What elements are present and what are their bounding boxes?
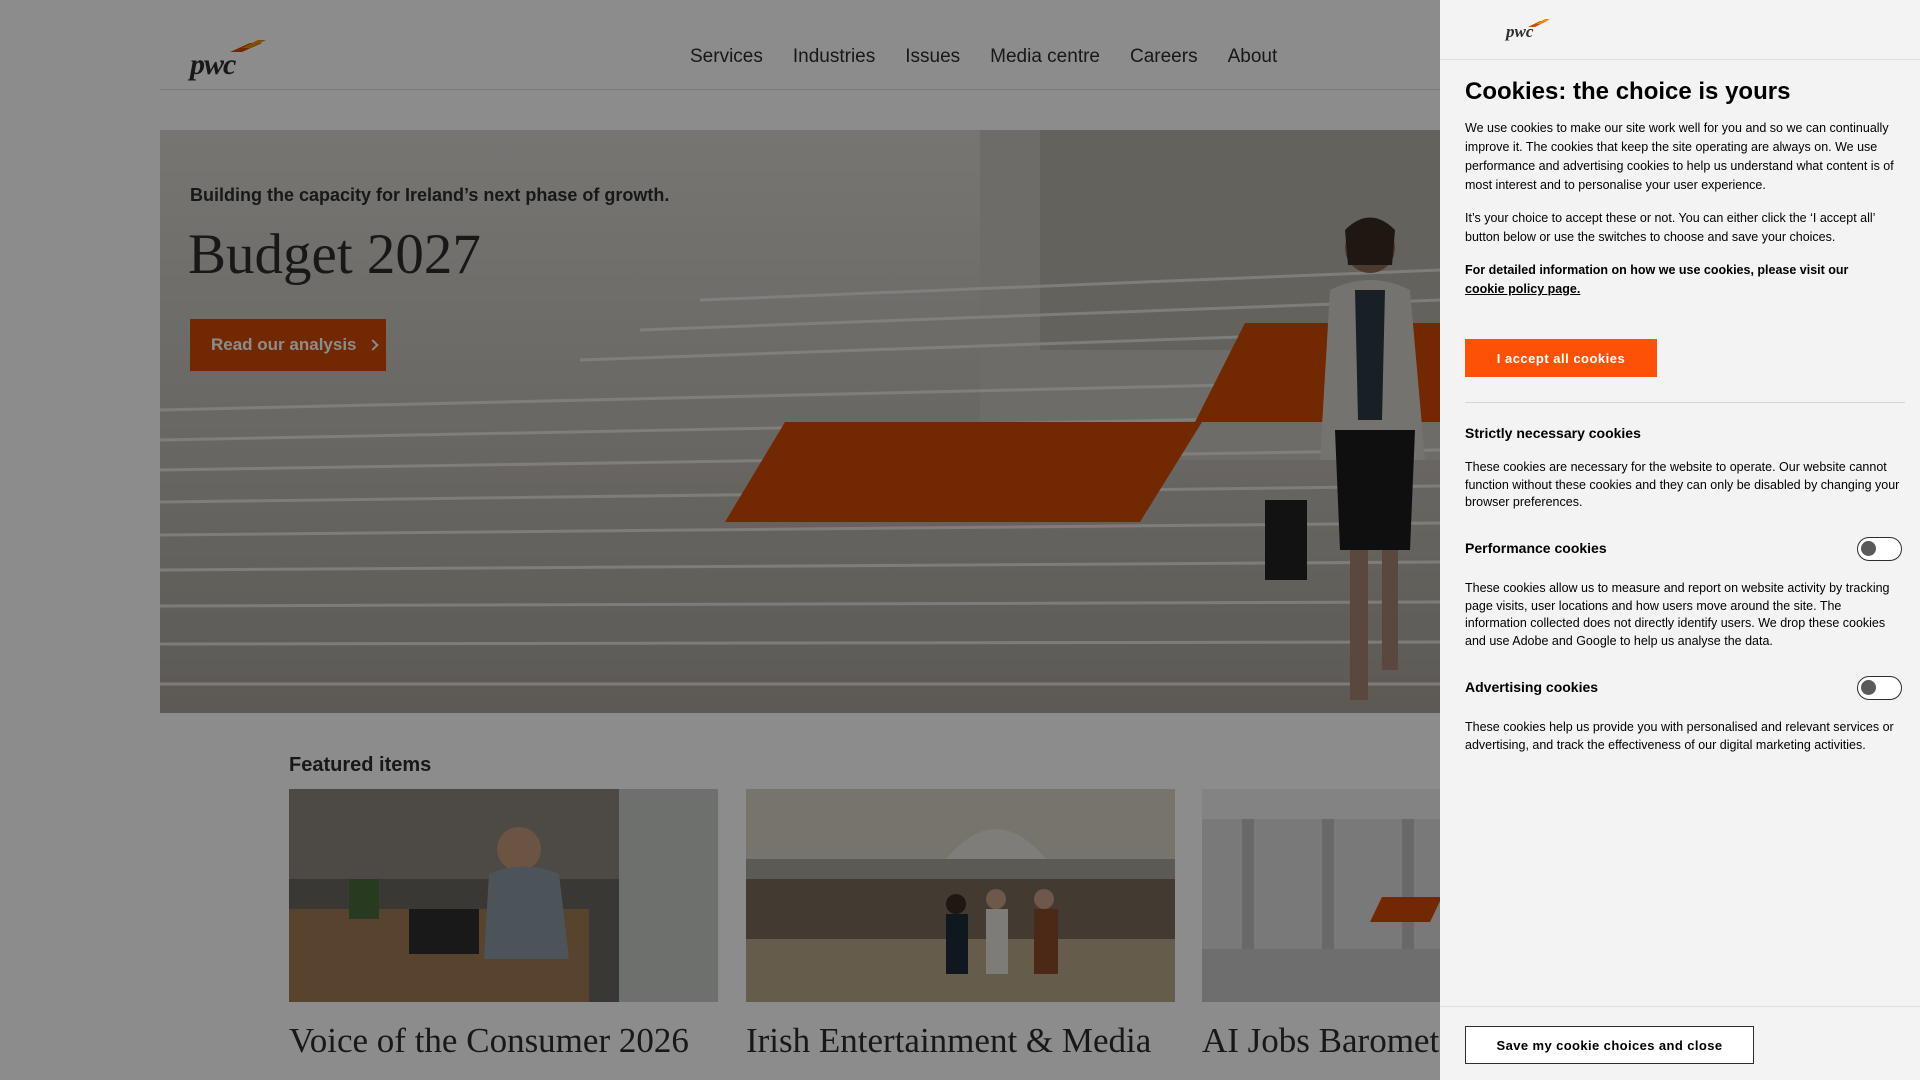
pwc-logo-small: pwc bbox=[1506, 18, 1550, 42]
advertising-cookies-text: These cookies help us provide you with p… bbox=[1465, 720, 1894, 752]
performance-cookies-title: Performance cookies bbox=[1465, 540, 1607, 556]
advertising-cookies-toggle[interactable] bbox=[1857, 676, 1902, 700]
performance-cookies-toggle[interactable] bbox=[1857, 537, 1902, 561]
cookie-intro-text: We use cookies to make our site work wel… bbox=[1465, 121, 1894, 192]
performance-cookies-text: These cookies allow us to measure and re… bbox=[1465, 581, 1890, 648]
advertising-cookies-title: Advertising cookies bbox=[1465, 679, 1599, 695]
panel-divider bbox=[1465, 402, 1905, 403]
cookie-panel-footer: Save my cookie choices and close bbox=[1440, 1006, 1920, 1080]
pwc-logo-text-small: pwc bbox=[1506, 22, 1534, 41]
cookie-policy-text: For detailed information on how we use c… bbox=[1465, 261, 1905, 299]
cookie-consent-panel: pwc Cookies: the choice is yours We use … bbox=[1440, 0, 1920, 1080]
cookie-policy-link[interactable]: cookie policy page. bbox=[1465, 282, 1580, 296]
strictly-necessary-text: These cookies are necessary for the webs… bbox=[1465, 460, 1900, 509]
cookie-panel-title: Cookies: the choice is yours bbox=[1465, 78, 1791, 105]
toggle-knob bbox=[1861, 541, 1876, 556]
strictly-necessary-title: Strictly necessary cookies bbox=[1465, 425, 1641, 441]
cookie-panel-header: pwc bbox=[1440, 0, 1920, 60]
cookie-panel-body: Cookies: the choice is yours We use cook… bbox=[1465, 78, 1905, 299]
modal-backdrop[interactable] bbox=[0, 0, 1440, 1080]
cookie-policy-prefix: For detailed information on how we use c… bbox=[1465, 263, 1849, 277]
accept-all-cookies-button[interactable]: I accept all cookies bbox=[1465, 339, 1657, 377]
save-cookie-choices-button[interactable]: Save my cookie choices and close bbox=[1465, 1026, 1754, 1064]
cookie-choice-text: It’s your choice to accept these or not.… bbox=[1465, 211, 1875, 244]
toggle-knob bbox=[1861, 680, 1876, 695]
